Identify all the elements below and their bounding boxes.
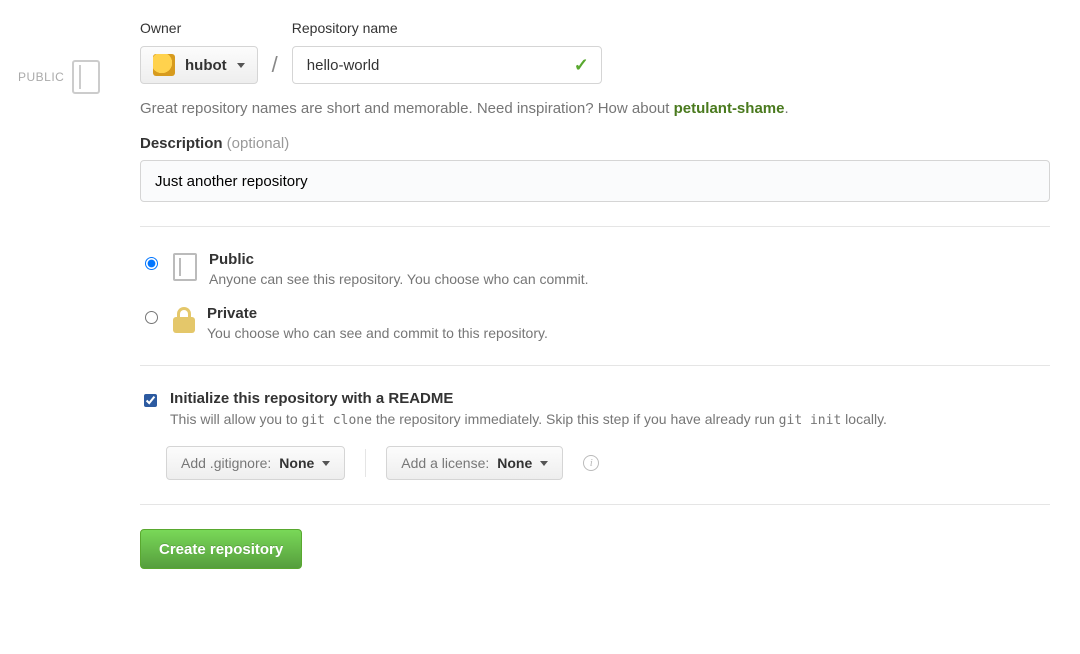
hint-prefix: Great repository names are short and mem… [140, 100, 674, 117]
chevron-down-icon [540, 461, 548, 466]
visibility-public-title: Public [209, 251, 589, 268]
divider-vertical [365, 449, 366, 477]
init-readme-row[interactable]: Initialize this repository with a README… [140, 390, 1050, 428]
chevron-down-icon [237, 63, 245, 68]
description-input[interactable] [140, 160, 1050, 202]
repo-name-hint: Great repository names are short and mem… [140, 100, 1050, 117]
hint-suffix: . [784, 100, 788, 117]
init-readme-title: Initialize this repository with a README [170, 390, 887, 407]
visibility-public-desc: Anyone can see this repository. You choo… [209, 271, 589, 287]
sidebar-label: PUBLIC [18, 70, 64, 84]
repo-name-label: Repository name [292, 20, 602, 36]
create-repository-button[interactable]: Create repository [140, 529, 302, 569]
sidebar-visibility-indicator: PUBLIC [18, 60, 100, 94]
divider [140, 226, 1050, 227]
owner-select[interactable]: hubot [140, 46, 258, 84]
repo-name-input[interactable] [305, 56, 589, 75]
visibility-public-radio[interactable] [145, 257, 158, 270]
visibility-private-radio[interactable] [145, 311, 158, 324]
lock-icon [173, 307, 195, 333]
visibility-private-title: Private [207, 305, 548, 322]
owner-repo-separator: / [272, 52, 278, 84]
repo-name-suggestion[interactable]: petulant-shame [674, 100, 785, 117]
init-readme-desc: This will allow you to git clone the rep… [170, 411, 887, 428]
check-ok-icon: ✓ [574, 55, 589, 76]
gitignore-dropdown[interactable]: Add .gitignore: None [166, 446, 345, 480]
repo-icon [72, 60, 100, 94]
divider [140, 365, 1050, 366]
divider [140, 504, 1050, 505]
visibility-private-desc: You choose who can see and commit to thi… [207, 325, 548, 341]
description-label: Description (optional) [140, 135, 1050, 152]
init-readme-checkbox[interactable] [144, 394, 157, 407]
owner-name: hubot [185, 57, 227, 74]
visibility-public-row[interactable]: Public Anyone can see this repository. Y… [140, 251, 1050, 287]
repo-name-input-wrapper: ✓ [292, 46, 602, 84]
repo-public-icon [173, 253, 197, 281]
visibility-private-row[interactable]: Private You choose who can see and commi… [140, 305, 1050, 341]
license-dropdown[interactable]: Add a license: None [386, 446, 563, 480]
info-icon[interactable]: i [583, 455, 599, 471]
chevron-down-icon [322, 461, 330, 466]
owner-label: Owner [140, 20, 258, 36]
owner-avatar [153, 54, 175, 76]
